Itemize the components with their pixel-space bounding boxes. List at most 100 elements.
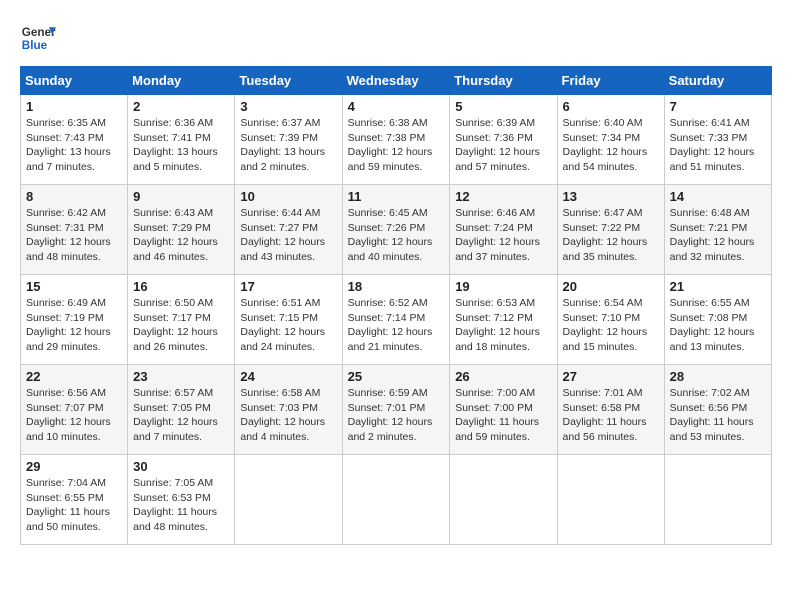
calendar-cell xyxy=(557,455,664,545)
day-detail: Sunrise: 6:56 AMSunset: 7:07 PMDaylight:… xyxy=(26,387,111,443)
day-number: 21 xyxy=(670,279,766,294)
day-number: 10 xyxy=(240,189,336,204)
day-number: 23 xyxy=(133,369,229,384)
calendar-cell xyxy=(342,455,450,545)
day-detail: Sunrise: 6:37 AMSunset: 7:39 PMDaylight:… xyxy=(240,117,325,173)
calendar-cell xyxy=(450,455,557,545)
calendar-cell xyxy=(235,455,342,545)
calendar-cell: 6 Sunrise: 6:40 AMSunset: 7:34 PMDayligh… xyxy=(557,95,664,185)
day-detail: Sunrise: 6:44 AMSunset: 7:27 PMDaylight:… xyxy=(240,207,325,263)
day-number: 9 xyxy=(133,189,229,204)
day-detail: Sunrise: 7:02 AMSunset: 6:56 PMDaylight:… xyxy=(670,387,754,443)
day-header-thursday: Thursday xyxy=(450,67,557,95)
day-detail: Sunrise: 6:53 AMSunset: 7:12 PMDaylight:… xyxy=(455,297,540,353)
day-detail: Sunrise: 6:50 AMSunset: 7:17 PMDaylight:… xyxy=(133,297,218,353)
day-number: 29 xyxy=(26,459,122,474)
day-detail: Sunrise: 6:54 AMSunset: 7:10 PMDaylight:… xyxy=(563,297,648,353)
calendar-cell: 1 Sunrise: 6:35 AMSunset: 7:43 PMDayligh… xyxy=(21,95,128,185)
day-header-wednesday: Wednesday xyxy=(342,67,450,95)
calendar-table: SundayMondayTuesdayWednesdayThursdayFrid… xyxy=(20,66,772,545)
calendar-cell: 12 Sunrise: 6:46 AMSunset: 7:24 PMDaylig… xyxy=(450,185,557,275)
day-detail: Sunrise: 6:45 AMSunset: 7:26 PMDaylight:… xyxy=(348,207,433,263)
day-number: 19 xyxy=(455,279,551,294)
calendar-cell: 23 Sunrise: 6:57 AMSunset: 7:05 PMDaylig… xyxy=(128,365,235,455)
calendar-cell: 25 Sunrise: 6:59 AMSunset: 7:01 PMDaylig… xyxy=(342,365,450,455)
day-number: 3 xyxy=(240,99,336,114)
day-number: 15 xyxy=(26,279,122,294)
calendar-cell: 19 Sunrise: 6:53 AMSunset: 7:12 PMDaylig… xyxy=(450,275,557,365)
day-detail: Sunrise: 7:04 AMSunset: 6:55 PMDaylight:… xyxy=(26,477,110,533)
day-detail: Sunrise: 7:01 AMSunset: 6:58 PMDaylight:… xyxy=(563,387,647,443)
day-detail: Sunrise: 6:41 AMSunset: 7:33 PMDaylight:… xyxy=(670,117,755,173)
day-detail: Sunrise: 7:05 AMSunset: 6:53 PMDaylight:… xyxy=(133,477,217,533)
day-detail: Sunrise: 6:58 AMSunset: 7:03 PMDaylight:… xyxy=(240,387,325,443)
day-number: 18 xyxy=(348,279,445,294)
calendar-week-5: 29 Sunrise: 7:04 AMSunset: 6:55 PMDaylig… xyxy=(21,455,772,545)
calendar-header-row: SundayMondayTuesdayWednesdayThursdayFrid… xyxy=(21,67,772,95)
calendar-cell: 10 Sunrise: 6:44 AMSunset: 7:27 PMDaylig… xyxy=(235,185,342,275)
calendar-cell: 26 Sunrise: 7:00 AMSunset: 7:00 PMDaylig… xyxy=(450,365,557,455)
day-header-monday: Monday xyxy=(128,67,235,95)
day-detail: Sunrise: 6:36 AMSunset: 7:41 PMDaylight:… xyxy=(133,117,218,173)
day-detail: Sunrise: 7:00 AMSunset: 7:00 PMDaylight:… xyxy=(455,387,539,443)
day-number: 22 xyxy=(26,369,122,384)
day-number: 4 xyxy=(348,99,445,114)
day-header-sunday: Sunday xyxy=(21,67,128,95)
day-number: 1 xyxy=(26,99,122,114)
day-number: 8 xyxy=(26,189,122,204)
calendar-cell: 9 Sunrise: 6:43 AMSunset: 7:29 PMDayligh… xyxy=(128,185,235,275)
calendar-week-1: 1 Sunrise: 6:35 AMSunset: 7:43 PMDayligh… xyxy=(21,95,772,185)
day-number: 24 xyxy=(240,369,336,384)
calendar-cell: 17 Sunrise: 6:51 AMSunset: 7:15 PMDaylig… xyxy=(235,275,342,365)
calendar-cell: 29 Sunrise: 7:04 AMSunset: 6:55 PMDaylig… xyxy=(21,455,128,545)
calendar-cell: 28 Sunrise: 7:02 AMSunset: 6:56 PMDaylig… xyxy=(664,365,771,455)
day-number: 30 xyxy=(133,459,229,474)
day-number: 13 xyxy=(563,189,659,204)
calendar-cell: 22 Sunrise: 6:56 AMSunset: 7:07 PMDaylig… xyxy=(21,365,128,455)
day-detail: Sunrise: 6:52 AMSunset: 7:14 PMDaylight:… xyxy=(348,297,433,353)
day-number: 7 xyxy=(670,99,766,114)
calendar-body: 1 Sunrise: 6:35 AMSunset: 7:43 PMDayligh… xyxy=(21,95,772,545)
calendar-week-2: 8 Sunrise: 6:42 AMSunset: 7:31 PMDayligh… xyxy=(21,185,772,275)
day-detail: Sunrise: 6:51 AMSunset: 7:15 PMDaylight:… xyxy=(240,297,325,353)
day-detail: Sunrise: 6:35 AMSunset: 7:43 PMDaylight:… xyxy=(26,117,111,173)
day-number: 2 xyxy=(133,99,229,114)
day-number: 14 xyxy=(670,189,766,204)
calendar-cell: 24 Sunrise: 6:58 AMSunset: 7:03 PMDaylig… xyxy=(235,365,342,455)
day-detail: Sunrise: 6:57 AMSunset: 7:05 PMDaylight:… xyxy=(133,387,218,443)
calendar-cell: 5 Sunrise: 6:39 AMSunset: 7:36 PMDayligh… xyxy=(450,95,557,185)
logo: General Blue xyxy=(20,20,56,56)
svg-text:Blue: Blue xyxy=(22,39,48,52)
day-detail: Sunrise: 6:47 AMSunset: 7:22 PMDaylight:… xyxy=(563,207,648,263)
day-header-tuesday: Tuesday xyxy=(235,67,342,95)
day-number: 28 xyxy=(670,369,766,384)
calendar-cell: 18 Sunrise: 6:52 AMSunset: 7:14 PMDaylig… xyxy=(342,275,450,365)
day-number: 26 xyxy=(455,369,551,384)
day-detail: Sunrise: 6:40 AMSunset: 7:34 PMDaylight:… xyxy=(563,117,648,173)
calendar-cell: 8 Sunrise: 6:42 AMSunset: 7:31 PMDayligh… xyxy=(21,185,128,275)
calendar-cell: 27 Sunrise: 7:01 AMSunset: 6:58 PMDaylig… xyxy=(557,365,664,455)
day-number: 20 xyxy=(563,279,659,294)
day-number: 6 xyxy=(563,99,659,114)
calendar-cell: 11 Sunrise: 6:45 AMSunset: 7:26 PMDaylig… xyxy=(342,185,450,275)
calendar-cell: 20 Sunrise: 6:54 AMSunset: 7:10 PMDaylig… xyxy=(557,275,664,365)
day-number: 5 xyxy=(455,99,551,114)
calendar-cell: 7 Sunrise: 6:41 AMSunset: 7:33 PMDayligh… xyxy=(664,95,771,185)
day-header-friday: Friday xyxy=(557,67,664,95)
day-number: 11 xyxy=(348,189,445,204)
page-header: General Blue xyxy=(20,20,772,56)
day-number: 17 xyxy=(240,279,336,294)
day-detail: Sunrise: 6:59 AMSunset: 7:01 PMDaylight:… xyxy=(348,387,433,443)
day-detail: Sunrise: 6:43 AMSunset: 7:29 PMDaylight:… xyxy=(133,207,218,263)
calendar-cell: 16 Sunrise: 6:50 AMSunset: 7:17 PMDaylig… xyxy=(128,275,235,365)
calendar-cell: 3 Sunrise: 6:37 AMSunset: 7:39 PMDayligh… xyxy=(235,95,342,185)
day-number: 12 xyxy=(455,189,551,204)
calendar-cell: 4 Sunrise: 6:38 AMSunset: 7:38 PMDayligh… xyxy=(342,95,450,185)
calendar-cell: 30 Sunrise: 7:05 AMSunset: 6:53 PMDaylig… xyxy=(128,455,235,545)
day-detail: Sunrise: 6:49 AMSunset: 7:19 PMDaylight:… xyxy=(26,297,111,353)
calendar-week-3: 15 Sunrise: 6:49 AMSunset: 7:19 PMDaylig… xyxy=(21,275,772,365)
day-number: 16 xyxy=(133,279,229,294)
day-number: 25 xyxy=(348,369,445,384)
day-header-saturday: Saturday xyxy=(664,67,771,95)
logo-icon: General Blue xyxy=(20,20,56,56)
